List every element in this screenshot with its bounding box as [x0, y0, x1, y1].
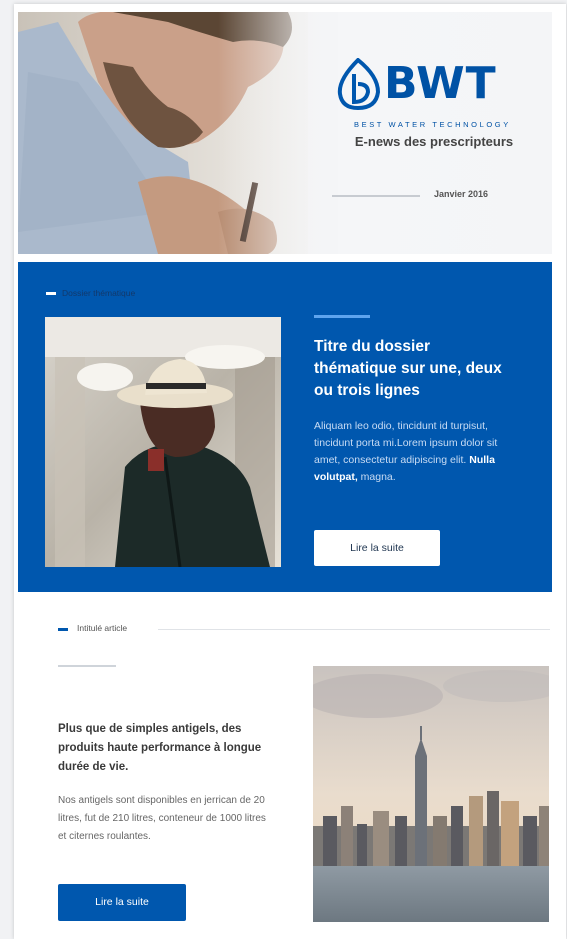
article-read-more-button[interactable]: Lire la suite [58, 884, 186, 921]
article-title: Plus que de simples antigels, des produi… [58, 723, 262, 773]
article-photo-city-skyline[interactable] [313, 666, 549, 922]
article-tag: Intitulé article [77, 623, 128, 633]
feature-title: Titre du dossier thématique sur une, deu… [314, 338, 502, 399]
article-body: Nos antigels sont disponibles en jerrica… [58, 795, 266, 842]
article-tag-divider [158, 629, 550, 630]
header-photo-fade [218, 12, 338, 254]
feature-accent-rule [314, 315, 370, 318]
newsletter-header: BWT BEST WATER TECHNOLOGY E-news des pre… [18, 12, 552, 254]
feature-read-more-button[interactable]: Lire la suite [314, 530, 440, 566]
article-accent-rule [58, 665, 116, 667]
article-tag-dash [58, 628, 68, 631]
feature-section: Dossier thématique Titre du dossier thém… [18, 262, 552, 592]
header-divider [332, 195, 420, 197]
brand-tagline: BEST WATER TECHNOLOGY [354, 120, 511, 129]
brand-name: BWT [384, 58, 497, 109]
feature-tag: Dossier thématique [46, 288, 135, 298]
newsletter-title: E-news des prescripteurs [354, 134, 514, 149]
feature-body: Aliquam leo odio, tincidunt id turpisut,… [314, 418, 504, 486]
feature-photo-woman-hat[interactable] [45, 317, 281, 567]
issue-date: Janvier 2016 [434, 189, 489, 199]
feature-body-end: magna. [357, 471, 396, 483]
